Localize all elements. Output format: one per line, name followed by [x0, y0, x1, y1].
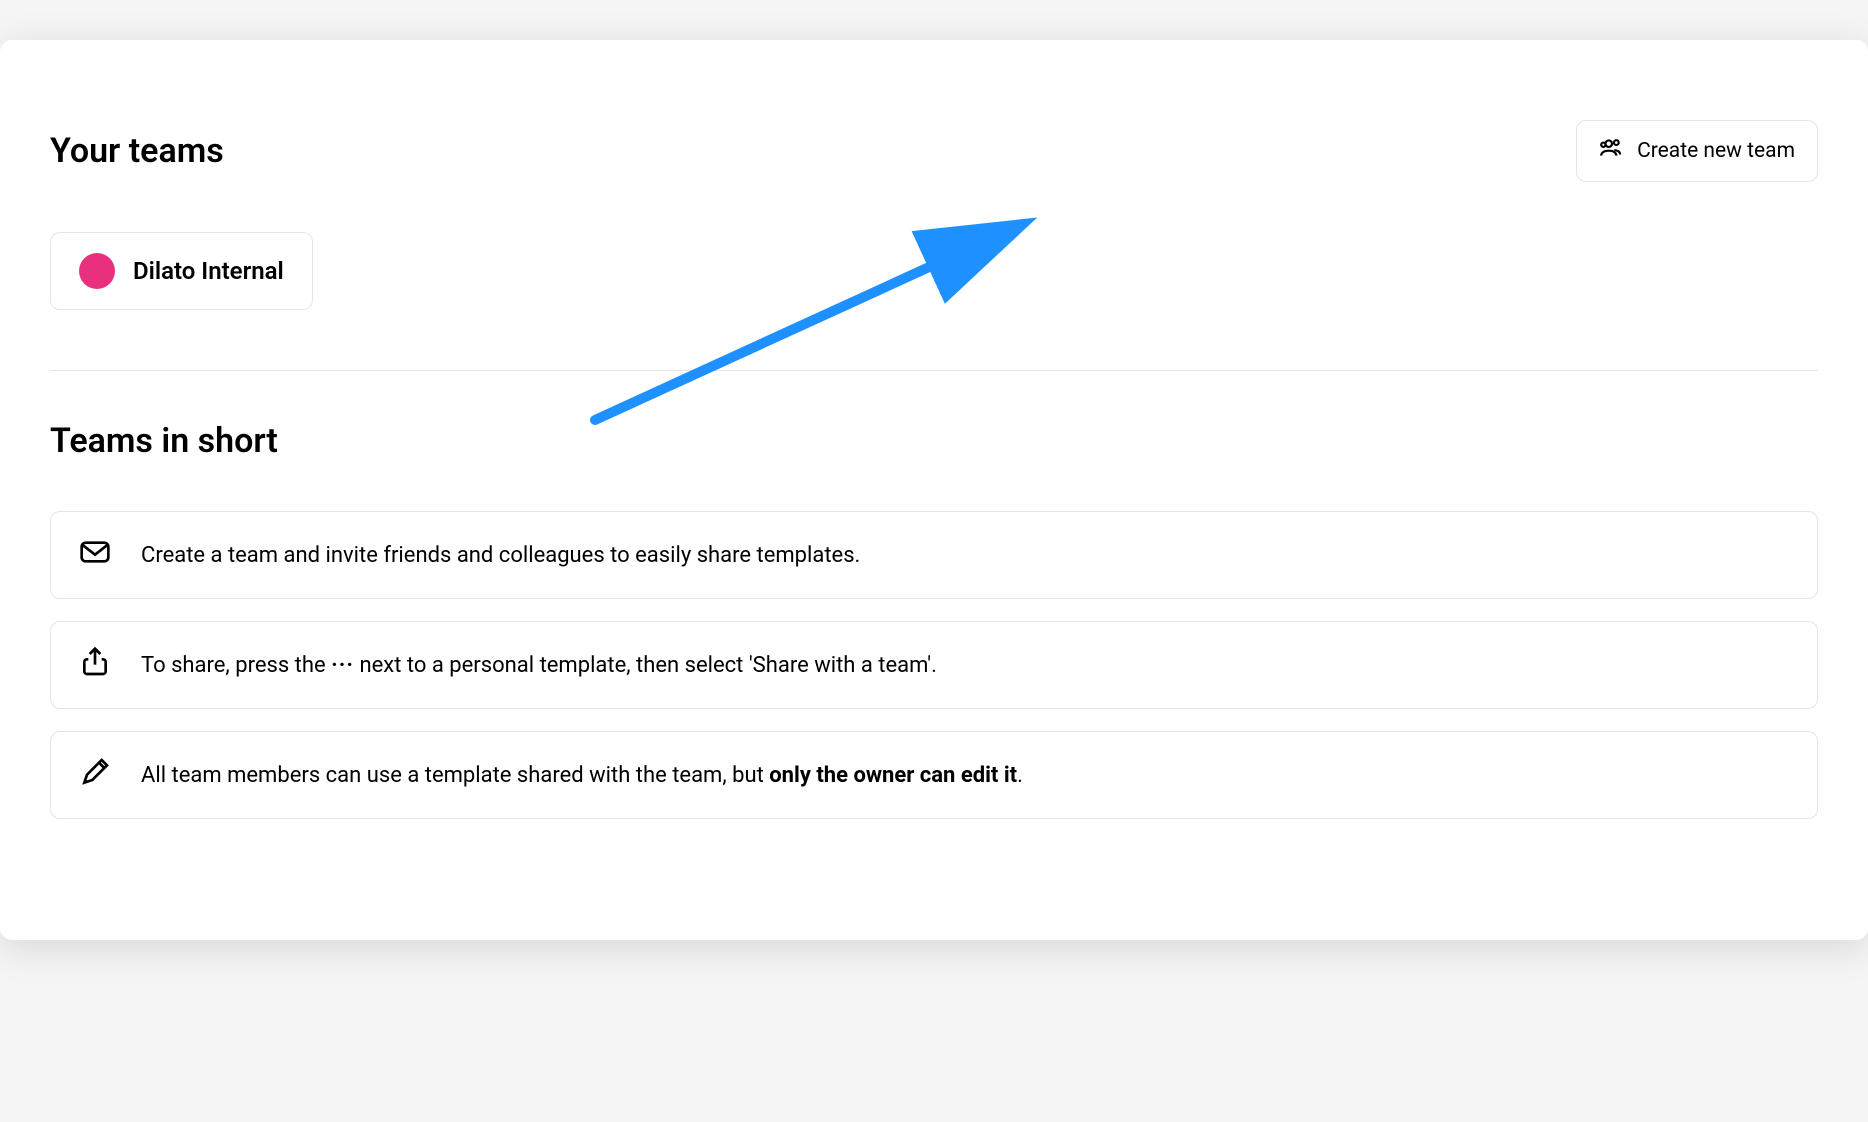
info-list: Create a team and invite friends and col… — [50, 511, 1818, 819]
team-name: Dilato Internal — [133, 257, 284, 285]
teams-list: Dilato Internal — [50, 232, 1818, 310]
pencil-icon — [79, 756, 111, 794]
section-divider — [50, 370, 1818, 371]
teams-short-title: Teams in short — [50, 421, 1818, 461]
info-item: To share, press the ··· next to a person… — [50, 621, 1818, 709]
info-item: Create a team and invite friends and col… — [50, 511, 1818, 599]
teams-page-card: Your teams Create new team Dilato Intern… — [0, 40, 1868, 940]
share-icon — [79, 646, 111, 684]
page-title: Your teams — [50, 131, 224, 171]
mail-icon — [79, 536, 111, 574]
create-team-label: Create new team — [1637, 139, 1795, 163]
info-text: To share, press the ··· next to a person… — [141, 653, 1789, 678]
team-group-icon — [1599, 135, 1625, 167]
info-text: All team members can use a template shar… — [141, 763, 1789, 788]
header-row: Your teams Create new team — [50, 120, 1818, 182]
team-color-dot — [79, 253, 115, 289]
ellipsis-icon: ··· — [331, 653, 354, 678]
info-item: All team members can use a template shar… — [50, 731, 1818, 819]
create-new-team-button[interactable]: Create new team — [1576, 120, 1818, 182]
info-text: Create a team and invite friends and col… — [141, 543, 1789, 568]
team-item[interactable]: Dilato Internal — [50, 232, 313, 310]
